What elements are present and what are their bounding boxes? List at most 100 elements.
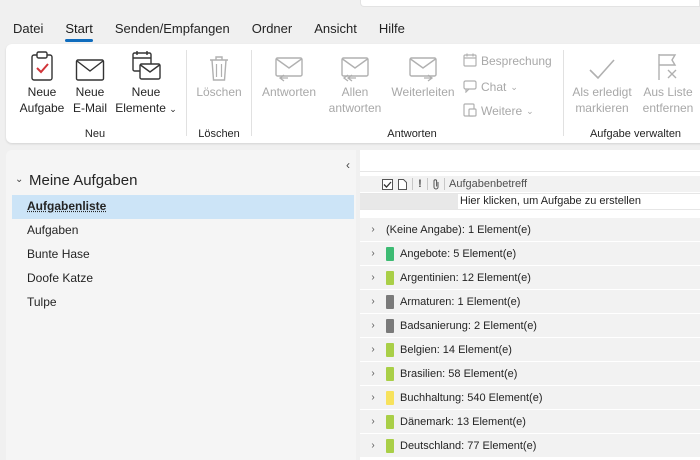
category-group-row[interactable]: › (Keine Angabe): 1 Element(e)	[360, 218, 700, 242]
category-groups: › (Keine Angabe): 1 Element(e) › Angebote: …	[360, 218, 700, 458]
folder-item-label: Aufgabenliste	[27, 199, 107, 213]
chevron-right-icon[interactable]: ›	[360, 440, 386, 451]
tab-start[interactable]: Start	[54, 16, 103, 42]
mark-complete-label-2: markieren	[575, 101, 629, 115]
folder-item-aufgabenliste[interactable]: Aufgabenliste	[12, 195, 354, 219]
remove-from-list-label-2: entfernen	[642, 101, 694, 115]
category-group-row[interactable]: › Buchhaltung: 540 Element(e)	[360, 386, 700, 410]
group-loeschen-label: Löschen	[198, 128, 240, 140]
reply-icon	[259, 48, 319, 82]
list-top-area	[360, 150, 700, 172]
folder-root-my-tasks[interactable]: ⌄ Meine Aufgaben	[15, 172, 137, 189]
reply-button[interactable]: Antworten	[259, 48, 319, 100]
new-task-button[interactable]: Neue Aufgabe	[16, 48, 68, 116]
reply-label: Antworten	[261, 85, 317, 99]
chevron-right-icon[interactable]: ›	[360, 416, 386, 427]
group-aufgabe-verwalten: Als erledigt markieren Aus Liste entfern…	[565, 44, 700, 143]
chevron-right-icon[interactable]: ›	[360, 248, 386, 259]
chevron-right-icon[interactable]: ›	[360, 272, 386, 283]
delete-button[interactable]: Löschen	[194, 48, 244, 100]
col-subject-header[interactable]: Aufgabenbetreff	[447, 178, 527, 190]
chevron-down-icon: ⌄	[15, 174, 24, 185]
category-group-row[interactable]: › Belgien: 14 Element(e)	[360, 338, 700, 362]
folder-item-bunte-hase[interactable]: Bunte Hase	[12, 243, 354, 267]
folder-item-doofe-katze[interactable]: Doofe Katze	[12, 267, 354, 291]
new-email-button[interactable]: Neue E-Mail	[70, 48, 110, 116]
chevron-down-icon: ⌄	[510, 81, 518, 92]
chevron-right-icon[interactable]: ›	[360, 320, 386, 331]
chevron-right-icon[interactable]: ›	[360, 344, 386, 355]
col-attachment-icon[interactable]	[430, 176, 442, 192]
col-header-spacer	[360, 176, 380, 192]
tab-ansicht[interactable]: Ansicht	[303, 16, 368, 42]
calendar-icon	[463, 53, 477, 70]
group-antworten: Antworten Allen antworten Weiterleiten B…	[253, 44, 563, 143]
reply-all-button[interactable]: Allen antworten	[323, 48, 387, 116]
chat-label: Chat	[481, 80, 507, 94]
folder-item-aufgaben[interactable]: Aufgaben	[12, 219, 354, 243]
new-items-icon	[114, 48, 178, 82]
ribbon: Neue Aufgabe Neue E-Mail Neue Elemente ⌄…	[6, 44, 700, 143]
category-group-row[interactable]: › Deutschland: 77 Element(e)	[360, 434, 700, 458]
col-complete-checkbox-icon[interactable]	[380, 176, 394, 192]
column-separator	[444, 178, 445, 190]
new-task-row[interactable]: Hier klicken, um Aufgabe zu erstellen	[360, 193, 700, 210]
chevron-right-icon[interactable]: ›	[360, 224, 386, 235]
clipboard-check-icon	[16, 48, 68, 82]
col-icon-page-icon[interactable]	[394, 176, 410, 192]
chevron-right-icon[interactable]: ›	[360, 368, 386, 379]
new-items-label-1: Neue	[131, 85, 161, 99]
folder-list: Aufgabenliste Aufgaben Bunte Hase Doofe …	[12, 195, 354, 315]
category-color-swatch	[386, 270, 394, 285]
meeting-label: Besprechung	[481, 54, 552, 68]
new-items-label-2: Elemente	[115, 101, 166, 115]
folder-item-label: Aufgaben	[27, 223, 79, 237]
chat-icon	[463, 79, 477, 96]
tab-hilfe[interactable]: Hilfe	[368, 16, 416, 42]
meeting-button[interactable]: Besprechung	[463, 52, 552, 70]
folder-pane: ‹ ⌄ Meine Aufgaben Aufgabenliste Aufgabe…	[6, 150, 356, 460]
category-color-swatch	[386, 342, 394, 357]
new-task-placeholder[interactable]: Hier klicken, um Aufgabe zu erstellen	[460, 195, 641, 207]
collapse-pane-icon[interactable]: ‹	[346, 158, 350, 172]
category-group-row[interactable]: › Dänemark: 13 Element(e)	[360, 410, 700, 434]
group-aufgabe-verwalten-label: Aufgabe verwalten	[589, 128, 682, 140]
new-items-button[interactable]: Neue Elemente ⌄	[114, 48, 178, 117]
category-color-swatch	[386, 438, 394, 453]
category-color-swatch	[386, 318, 394, 333]
new-email-label-1: Neue	[75, 85, 105, 99]
more-button[interactable]: Weitere ⌄	[463, 102, 534, 120]
remove-from-list-button[interactable]: Aus Liste entfernen	[639, 48, 697, 116]
category-group-row[interactable]: › Badsanierung: 2 Element(e)	[360, 314, 700, 338]
category-group-row[interactable]: › Armaturen: 1 Element(e)	[360, 290, 700, 314]
remove-from-list-label-1: Aus Liste	[643, 85, 693, 99]
category-group-row[interactable]: › Angebote: 5 Element(e)	[360, 242, 700, 266]
category-group-label: Dänemark: 13 Element(e)	[400, 415, 526, 428]
tab-datei[interactable]: Datei	[0, 16, 54, 42]
category-group-row[interactable]: › Argentinien: 12 Element(e)	[360, 266, 700, 290]
chat-button[interactable]: Chat ⌄	[463, 78, 518, 96]
category-group-label: Argentinien: 12 Element(e)	[400, 271, 531, 284]
tab-ordner[interactable]: Ordner	[241, 16, 303, 42]
chevron-right-icon[interactable]: ›	[360, 392, 386, 403]
delete-label: Löschen	[196, 85, 242, 99]
reply-all-icon	[323, 48, 387, 82]
folder-root-label: Meine Aufgaben	[29, 172, 138, 189]
folder-item-label: Doofe Katze	[27, 271, 94, 285]
ribbon-divider	[186, 50, 187, 136]
folder-item-label: Tulpe	[27, 295, 57, 309]
category-group-row[interactable]: › Brasilien: 58 Element(e)	[360, 362, 700, 386]
forward-button[interactable]: Weiterleiten	[389, 48, 457, 100]
tab-senden-empfangen[interactable]: Senden/Empfangen	[104, 16, 241, 42]
folder-item-tulpe[interactable]: Tulpe	[12, 291, 354, 315]
category-group-label: Belgien: 14 Element(e)	[400, 343, 512, 356]
chevron-down-icon: ⌄	[526, 105, 534, 116]
col-importance-icon[interactable]: !	[415, 176, 425, 192]
chevron-right-icon[interactable]: ›	[360, 296, 386, 307]
new-email-label-2: E-Mail	[72, 101, 107, 115]
mark-complete-button[interactable]: Als erledigt markieren	[569, 48, 635, 116]
trash-icon	[194, 48, 244, 82]
group-loeschen: Löschen Löschen	[188, 44, 250, 143]
search-box-edge[interactable]	[360, 0, 700, 7]
forward-icon	[389, 48, 457, 82]
